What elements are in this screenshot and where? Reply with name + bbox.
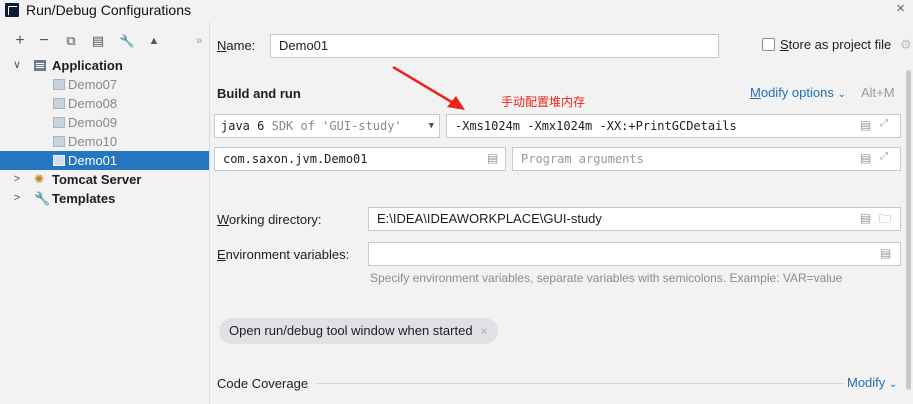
build-and-run-title: Build and run <box>217 86 301 101</box>
edit-env-icon[interactable]: ▤ <box>880 246 891 260</box>
tree-node-label: Application <box>52 58 123 73</box>
expand-field-icon[interactable]: ▤ <box>860 118 871 132</box>
configurations-tree: ∨ Application Demo07 Demo08 Demo09 Demo1… <box>0 56 209 208</box>
run-config-icon <box>53 117 65 128</box>
tree-node-label: Tomcat Server <box>52 172 142 187</box>
run-config-icon <box>53 79 65 90</box>
tree-item-demo01[interactable]: Demo01 <box>0 151 209 170</box>
tree-item-demo08[interactable]: Demo08 <box>0 94 209 113</box>
title-bar: Run/Debug Configurations × <box>0 0 913 22</box>
tomcat-icon: ✺ <box>34 172 45 186</box>
window-title: Run/Debug Configurations <box>26 2 191 18</box>
environment-variables-label: Environment variables: <box>217 247 350 262</box>
wrench-icon: 🔧 <box>34 191 51 206</box>
save-configuration-icon[interactable]: ▤ <box>89 32 107 50</box>
fullscreen-icon[interactable]: ⤢ <box>880 118 888 129</box>
more-actions-icon[interactable]: » <box>190 32 208 50</box>
close-icon[interactable]: × <box>896 0 905 17</box>
tree-node-label: Templates <box>52 191 116 206</box>
tree-node-tomcat-server[interactable]: > ✺ Tomcat Server <box>0 170 209 189</box>
section-divider <box>317 383 843 384</box>
environment-variables-hint: Specify environment variables, separate … <box>370 271 843 285</box>
chevron-down-icon[interactable]: ∨ <box>12 56 22 75</box>
gear-icon[interactable]: ⚙ <box>900 37 912 53</box>
code-coverage-modify-link[interactable]: Modify ⌄ <box>847 375 897 390</box>
vertical-scrollbar[interactable] <box>906 70 911 390</box>
tree-node-templates[interactable]: > 🔧 Templates <box>0 189 209 208</box>
remove-configuration-icon[interactable]: − <box>35 32 53 50</box>
dropdown-arrow-icon: ▼ <box>428 121 434 131</box>
chip-label: Open run/debug tool window when started <box>229 323 473 338</box>
main-class-input[interactable]: com.saxon.jvm.Demo01 <box>214 147 506 171</box>
intellij-app-icon <box>5 3 19 17</box>
open-tool-window-chip[interactable]: Open run/debug tool window when started × <box>219 318 498 344</box>
chevron-right-icon[interactable]: > <box>12 170 22 189</box>
working-directory-label: Working directory: <box>217 212 322 227</box>
copy-configuration-icon[interactable]: ⧉ <box>62 32 80 50</box>
configurations-sidebar: + − ⧉ ▤ 🔧 ▲ » ∨ Application Demo07 Demo0… <box>0 22 210 404</box>
configuration-editor: Name: Demo01 Store as project file ⚙ Bui… <box>211 22 913 404</box>
store-as-project-file-checkbox[interactable] <box>762 38 775 51</box>
move-up-icon[interactable]: ▲ <box>145 32 163 50</box>
modify-options-link[interactable]: Modify options ⌄ <box>750 85 846 100</box>
application-folder-icon <box>34 60 46 71</box>
tree-item-demo07[interactable]: Demo07 <box>0 75 209 94</box>
add-configuration-icon[interactable]: + <box>11 32 29 50</box>
store-as-project-file-label: Store as project file <box>780 37 892 52</box>
name-label: Name: <box>217 38 256 53</box>
tree-item-label: Demo10 <box>68 134 118 149</box>
expand-field-icon[interactable]: ▤ <box>860 211 871 225</box>
tree-item-label: Demo08 <box>68 96 118 111</box>
environment-variables-input[interactable] <box>368 242 901 266</box>
jre-select[interactable]: java 6 SDK of 'GUI-study' ▼ <box>214 114 440 138</box>
tree-item-demo09[interactable]: Demo09 <box>0 113 209 132</box>
sidebar-toolbar: + − ⧉ ▤ 🔧 ▲ » <box>0 32 210 52</box>
program-arguments-input[interactable]: Program arguments <box>512 147 901 171</box>
annotation-arrow <box>392 65 465 110</box>
chevron-right-icon[interactable]: > <box>12 189 22 208</box>
tree-item-demo10[interactable]: Demo10 <box>0 132 209 151</box>
browse-class-icon[interactable]: ▤ <box>487 151 498 165</box>
run-config-icon <box>53 98 65 109</box>
tree-item-label: Demo07 <box>68 77 118 92</box>
modify-options-shortcut: Alt+M <box>861 85 895 100</box>
code-coverage-title: Code Coverage <box>217 376 309 391</box>
tree-item-label: Demo09 <box>68 115 118 130</box>
annotation-text: 手动配置堆内存 <box>501 95 586 109</box>
folder-icon[interactable]: 🗀 <box>879 210 891 231</box>
working-directory-input[interactable]: E:\IDEA\IDEAWORKPLACE\GUI-study <box>368 207 901 231</box>
tree-node-application[interactable]: ∨ Application <box>0 56 209 75</box>
chip-close-icon[interactable]: × <box>481 324 488 338</box>
fullscreen-icon[interactable]: ⤢ <box>880 151 888 162</box>
name-input[interactable]: Demo01 <box>270 34 719 58</box>
expand-field-icon[interactable]: ▤ <box>860 151 871 165</box>
edit-templates-icon[interactable]: 🔧 <box>118 32 136 50</box>
run-config-icon <box>53 155 65 166</box>
run-config-icon <box>53 136 65 147</box>
tree-item-label: Demo01 <box>68 153 118 168</box>
vm-options-input[interactable]: -Xms1024m -Xmx1024m -XX:+PrintGCDetails <box>446 114 901 138</box>
